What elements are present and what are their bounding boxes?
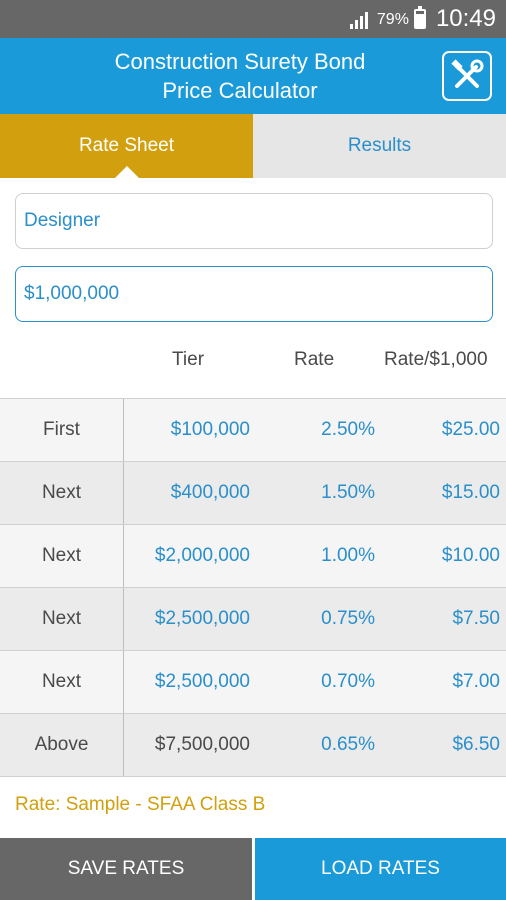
header-rate-per-thousand: Rate/$1,000 — [384, 349, 488, 370]
app-title-line2: Price Calculator — [162, 78, 318, 103]
bond-amount-value: $1,000,000 — [24, 283, 120, 304]
bond-type-field[interactable]: Designer — [15, 193, 493, 249]
tier-amount: $400,000 — [170, 482, 250, 503]
table-row[interactable]: Next $2,500,000 0.70% $7.00 — [0, 651, 506, 714]
row-label: Next — [0, 462, 124, 524]
app-title-line1: Construction Surety Bond — [114, 49, 366, 74]
tier-rate-per-thousand: $7.00 — [452, 671, 500, 692]
tab-results-label: Results — [347, 135, 412, 156]
tier-rate: 1.50% — [321, 482, 375, 503]
tab-results[interactable]: Results — [253, 114, 506, 178]
table-header: Tier Rate Rate/$1,000 — [0, 333, 506, 389]
bond-amount-field[interactable]: $1,000,000 — [15, 266, 493, 322]
tier-rate-per-thousand: $10.00 — [441, 545, 500, 566]
header-rate: Rate — [294, 349, 335, 370]
battery-icon — [413, 6, 426, 29]
row-label: Next — [0, 651, 124, 713]
table-row[interactable]: Next $2,500,000 0.75% $7.50 — [0, 588, 506, 651]
tier-amount: $2,500,000 — [154, 671, 250, 692]
load-rates-button[interactable]: LOAD RATES — [255, 838, 506, 900]
save-rates-label: SAVE RATES — [67, 858, 185, 879]
row-label: Next — [0, 588, 124, 650]
wrench-hammer-icon — [451, 59, 484, 88]
load-rates-label: LOAD RATES — [321, 858, 440, 879]
tier-amount: $100,000 — [170, 419, 250, 440]
tier-rate: 0.70% — [321, 671, 375, 692]
rate-table: First $100,000 2.50% $25.00 Next $400,00… — [0, 398, 506, 777]
tier-rate: 0.75% — [321, 608, 375, 629]
active-tab-caret — [114, 166, 139, 178]
tier-rate: 2.50% — [321, 419, 375, 440]
row-label: Above — [0, 714, 124, 776]
table-row[interactable]: Above $7,500,000 0.65% $6.50 — [0, 714, 506, 777]
bottom-action-bar: SAVE RATES LOAD RATES — [0, 838, 506, 900]
table-row[interactable]: First $100,000 2.50% $25.00 — [0, 399, 506, 462]
tier-rate: 1.00% — [321, 545, 375, 566]
row-label: First — [0, 399, 124, 461]
row-label: Next — [0, 525, 124, 587]
signal-icon — [349, 12, 368, 29]
rate-source-note: Rate: Sample - SFAA Class B — [15, 794, 266, 815]
tab-rate-sheet-label: Rate Sheet — [78, 135, 175, 156]
tier-rate-per-thousand: $25.00 — [441, 419, 500, 440]
save-rates-button[interactable]: SAVE RATES — [0, 838, 252, 900]
tier-rate-per-thousand: $15.00 — [441, 482, 500, 503]
tier-rate-per-thousand: $6.50 — [452, 734, 500, 755]
tier-amount: $2,500,000 — [154, 608, 250, 629]
tier-amount: $2,000,000 — [154, 545, 250, 566]
tier-rate: 0.65% — [321, 734, 375, 755]
tier-amount: $7,500,000 — [154, 734, 250, 755]
table-row[interactable]: Next $2,000,000 1.00% $10.00 — [0, 525, 506, 588]
tab-bar: Rate Sheet Results — [0, 114, 506, 178]
clock: 10:49 — [435, 5, 496, 32]
table-row[interactable]: Next $400,000 1.50% $15.00 — [0, 462, 506, 525]
bond-type-value: Designer — [24, 210, 101, 231]
tier-rate-per-thousand: $7.50 — [452, 608, 500, 629]
status-bar: 79% 10:49 — [0, 0, 506, 38]
tools-button[interactable] — [442, 51, 492, 101]
header-tier: Tier — [172, 349, 205, 370]
app-title: Construction Surety Bond Price Calculato… — [70, 47, 410, 105]
battery-percent: 79% — [376, 11, 409, 28]
app-bar: Construction Surety Bond Price Calculato… — [0, 38, 506, 114]
tab-rate-sheet[interactable]: Rate Sheet — [0, 114, 253, 178]
